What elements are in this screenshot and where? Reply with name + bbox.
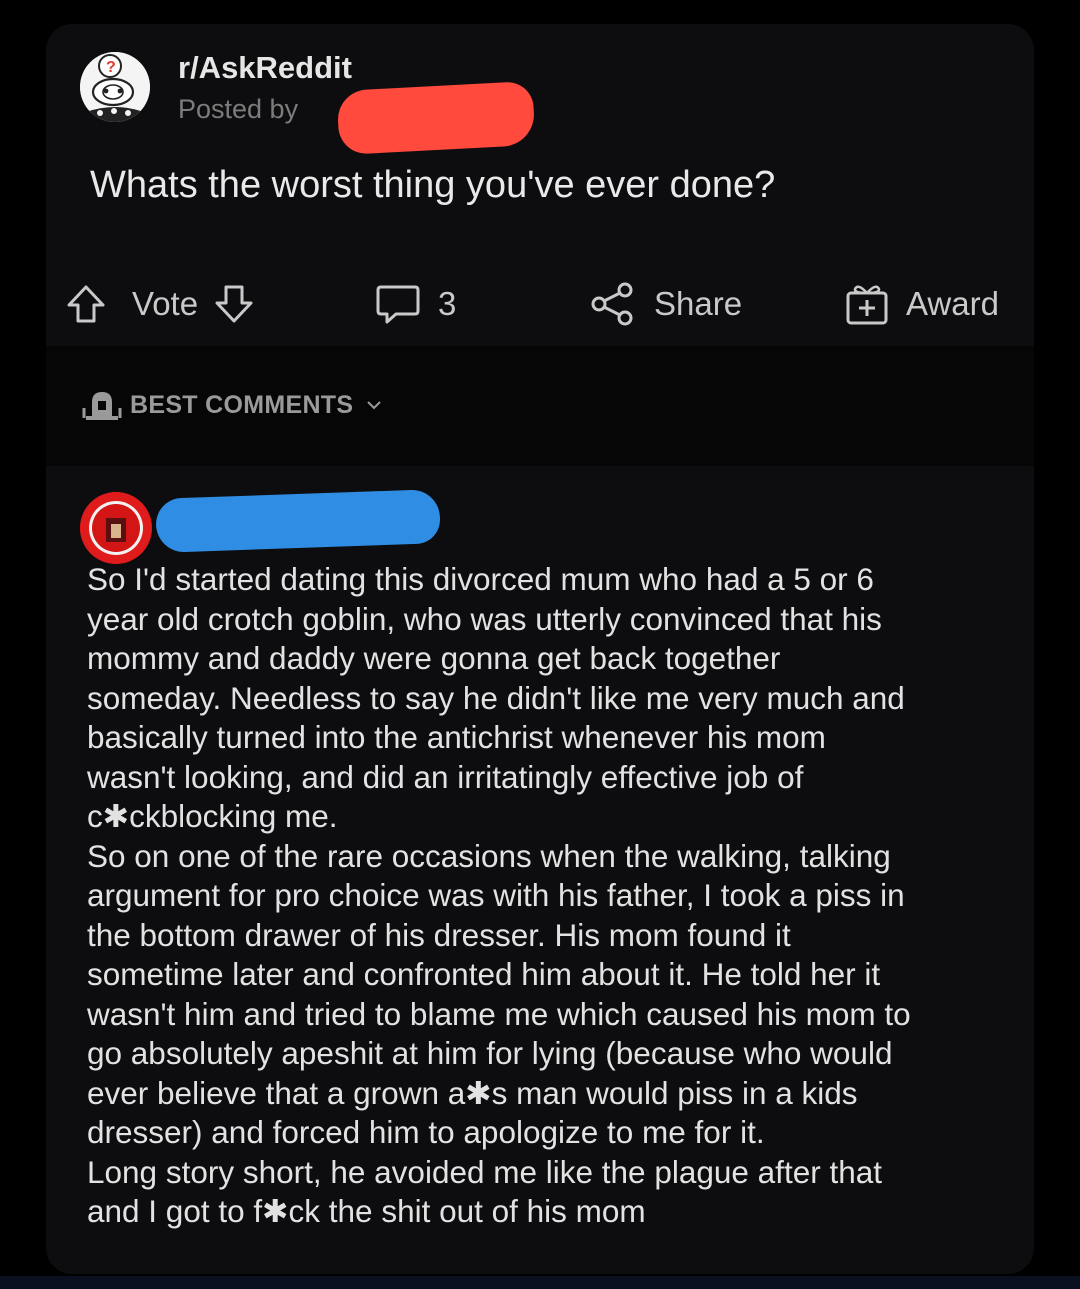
upvote-icon[interactable] bbox=[64, 282, 108, 326]
vote-group: Vote bbox=[64, 276, 256, 332]
comment-line: mommy and daddy were gonna get back toge… bbox=[87, 640, 781, 676]
downvote-icon[interactable] bbox=[212, 282, 256, 326]
comment-line: dresser) and forced him to apologize to … bbox=[87, 1114, 765, 1150]
svg-text:?: ? bbox=[106, 59, 116, 76]
comment-line: c✱ckblocking me. bbox=[87, 798, 338, 834]
comment-line: ever believe that a grown a✱s man would … bbox=[87, 1074, 858, 1111]
comment-count: 3 bbox=[438, 285, 457, 322]
sort-bar[interactable]: BEST COMMENTS bbox=[46, 346, 1034, 466]
comment-line: So I'd started dating this divorced mum … bbox=[87, 561, 874, 597]
chevron-down-icon[interactable] bbox=[366, 398, 382, 416]
subreddit-avatar-icon[interactable]: ? bbox=[80, 52, 150, 122]
share-label: Share bbox=[654, 285, 743, 322]
posted-by-label: Posted by bbox=[178, 94, 299, 124]
vote-label: Vote bbox=[132, 285, 199, 322]
share-icon bbox=[588, 280, 636, 328]
comment-avatar-icon[interactable] bbox=[80, 492, 152, 564]
top-strip bbox=[0, 0, 1080, 14]
comment-line: sometime later and confronted him about … bbox=[87, 956, 881, 992]
award-button[interactable]: Award bbox=[844, 276, 999, 332]
comment-line: wasn't him and tried to blame me which c… bbox=[87, 995, 911, 1032]
sort-label: BEST COMMENTS bbox=[130, 391, 354, 419]
comment-line: year old crotch goblin, who was utterly … bbox=[87, 600, 882, 637]
comment-line: Long story short, he avoided me like the… bbox=[87, 1153, 882, 1190]
comments-button[interactable]: 3 bbox=[374, 276, 456, 332]
comment-line: basically turned into the antichrist whe… bbox=[87, 719, 826, 755]
comment-line: wasn't looking, and did an irritatingly … bbox=[87, 758, 804, 795]
comment-icon bbox=[374, 281, 422, 327]
share-button[interactable]: Share bbox=[588, 276, 742, 332]
subreddit-name[interactable]: r/AskReddit bbox=[178, 50, 352, 86]
post-action-bar: Vote 3 Share Award bbox=[64, 276, 1024, 336]
post-title[interactable]: Whats the worst thing you've ever done? bbox=[90, 164, 775, 207]
comment-line: argument for pro choice was with his fat… bbox=[87, 877, 905, 913]
sort-icon bbox=[82, 388, 122, 427]
award-icon bbox=[844, 281, 890, 327]
username-redaction bbox=[336, 80, 536, 156]
comment-line: the bottom drawer of his dresser. His mo… bbox=[87, 916, 791, 953]
comment-line: go absolutely apeshit at him for lying (… bbox=[87, 1035, 893, 1071]
comment-line: So on one of the rare occasions when the… bbox=[87, 837, 891, 874]
commenter-redaction bbox=[155, 489, 441, 553]
comment-line: someday. Needless to say he didn't like … bbox=[87, 679, 905, 716]
comment-body: So I'd started dating this divorced mum … bbox=[87, 560, 1007, 1232]
post-card: ? r/AskReddit Posted by Whats the worst … bbox=[46, 24, 1034, 1274]
comment-line: and I got to f✱ck the shit out of his mo… bbox=[87, 1193, 646, 1229]
bottom-strip bbox=[0, 1276, 1080, 1289]
award-label: Award bbox=[906, 285, 999, 322]
